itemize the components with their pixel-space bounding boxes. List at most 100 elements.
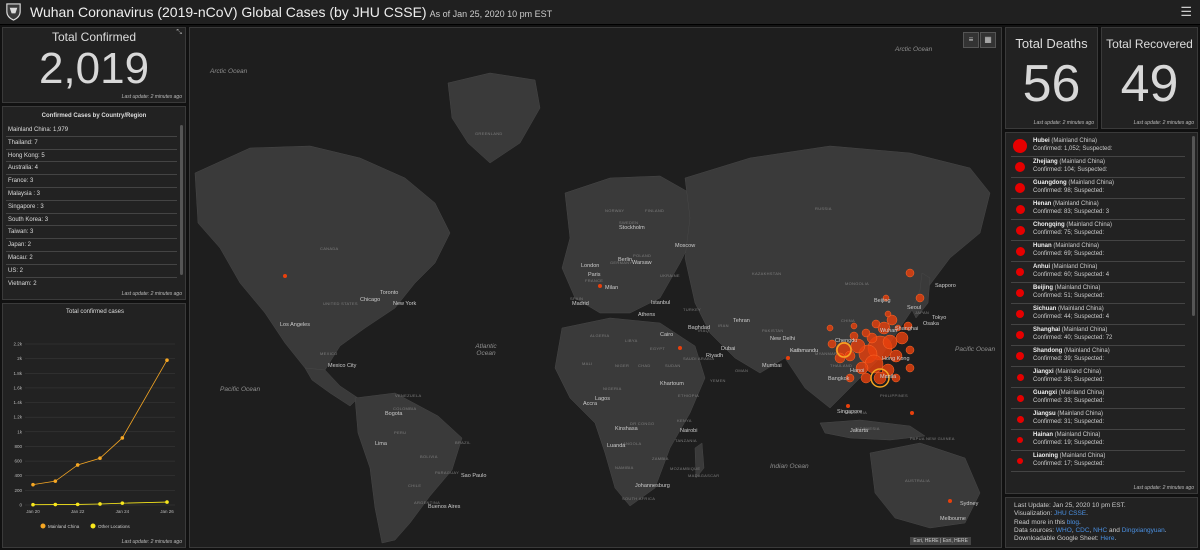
country-list-scrollbar[interactable] <box>180 125 183 275</box>
case-bubble[interactable] <box>882 334 898 350</box>
case-bubble[interactable] <box>871 319 881 329</box>
ocean-label: Atlantic Ocean <box>475 343 497 357</box>
city-label: Mumbai <box>762 363 782 369</box>
country-list-item[interactable]: Japan: 2 <box>6 239 177 252</box>
province-list-item[interactable]: Shanghai (Mainland China) Confirmed: 40; … <box>1011 325 1185 346</box>
map-attribution[interactable]: Esri, HERE | Esri, HERE <box>910 537 971 545</box>
blog-link[interactable]: blog <box>1067 519 1079 526</box>
country-list-item[interactable]: Australia: 4 <box>6 162 177 176</box>
province-name: Henan <box>1033 201 1052 207</box>
province-list-item[interactable]: Liaoning (Mainland China) Confirmed: 17; … <box>1011 451 1185 472</box>
dingxiangyuan-link[interactable]: Dingxiangyuan <box>1122 527 1165 534</box>
case-bubble[interactable] <box>786 356 790 360</box>
grid-view-icon[interactable]: ▦ <box>980 32 996 48</box>
data-point[interactable] <box>31 502 35 507</box>
country-list-item[interactable]: South Korea: 3 <box>6 214 177 227</box>
info-punct: . <box>1086 510 1088 518</box>
country-list-panel: Confirmed Cases by Country/Region Mainla… <box>2 106 186 300</box>
list-view-icon[interactable]: ≡ <box>963 32 979 48</box>
nhc-link[interactable]: NHC <box>1093 527 1107 534</box>
country-list-item[interactable]: Mainland China: 1,979 <box>6 124 177 137</box>
province-list-item[interactable]: Hubei (Mainland China) Confirmed: 1,052; … <box>1011 136 1185 157</box>
total-deaths-value: 56 <box>1022 55 1081 113</box>
data-point[interactable] <box>31 482 35 487</box>
province-list-item[interactable]: Anhui (Mainland China) Confirmed: 60; Sus… <box>1011 262 1185 283</box>
city-label: Wuhan <box>880 328 898 334</box>
province-detail: Confirmed: 104; Suspected: <box>1033 167 1108 173</box>
country-list-item[interactable]: Hong Kong: 5 <box>6 150 177 163</box>
data-point[interactable] <box>75 502 80 507</box>
province-list-item[interactable]: Zhejiang (Mainland China) Confirmed: 104;… <box>1011 157 1185 178</box>
data-point[interactable] <box>75 463 80 467</box>
hamburger-menu-icon[interactable]: ☰ <box>1180 4 1192 20</box>
cdc-link[interactable]: CDC <box>1075 527 1089 534</box>
case-bubble[interactable] <box>678 346 682 350</box>
total-confirmed-title: Total Confirmed <box>51 30 137 44</box>
confirmed-cases-chart[interactable]: Total confirmed cases 0 200 400 600 800 1k 1.2k… <box>3 304 186 548</box>
province-list-item[interactable]: Sichuan (Mainland China) Confirmed: 44; S… <box>1011 304 1185 325</box>
country-list-item[interactable]: US: 2 <box>6 265 177 278</box>
province-list-item[interactable]: Jiangsu (Mainland China) Confirmed: 31; S… <box>1011 409 1185 430</box>
country-list-item[interactable]: France: 3 <box>6 175 177 188</box>
province-list-item[interactable]: Jiangxi (Mainland China) Confirmed: 36; S… <box>1011 367 1185 388</box>
province-list-item[interactable]: Shandong (Mainland China) Confirmed: 39; … <box>1011 346 1185 367</box>
world-map[interactable]: Arctic Ocean Arctic Ocean Atlantic Ocean… <box>189 27 1002 548</box>
case-bubble[interactable] <box>598 284 602 288</box>
city-label: Sao Paulo <box>461 473 487 479</box>
country-label: LIBYA <box>625 338 638 343</box>
data-point[interactable] <box>120 436 125 440</box>
province-list-item[interactable]: Guangdong (Mainland China) Confirmed: 98;… <box>1011 178 1185 199</box>
country-list[interactable]: Mainland China: 1,979 Thailand: 7 Hong Kon… <box>6 124 177 289</box>
data-point[interactable] <box>120 501 125 505</box>
case-bubble[interactable] <box>861 328 871 338</box>
country-list-item[interactable]: Vietnam: 2 <box>6 278 177 289</box>
data-point[interactable] <box>53 502 58 507</box>
case-bubble[interactable] <box>948 499 952 503</box>
province-list-panel: Hubei (Mainland China) Confirmed: 1,052; … <box>1005 132 1198 494</box>
case-bubble[interactable] <box>884 310 892 318</box>
case-bubble[interactable] <box>850 322 858 330</box>
province-list-item[interactable]: Guangxi (Mainland China) Confirmed: 33; S… <box>1011 388 1185 409</box>
data-point[interactable] <box>98 456 102 461</box>
data-point[interactable] <box>98 502 102 506</box>
country-list-item[interactable]: Taiwan: 3 <box>6 226 177 240</box>
case-bubble[interactable] <box>910 411 914 415</box>
province-detail: Confirmed: 40; Suspected: 72 <box>1033 335 1113 341</box>
case-bubble[interactable] <box>895 331 909 345</box>
case-bubble[interactable] <box>905 363 915 373</box>
province-name: Jiangsu <box>1033 411 1056 417</box>
case-bubble[interactable] <box>846 404 850 408</box>
province-list-item[interactable]: Hunan (Mainland China) Confirmed: 69; Sus… <box>1011 241 1185 262</box>
case-bubble[interactable] <box>860 372 872 384</box>
data-point[interactable] <box>165 500 169 504</box>
country-label: PHILIPPINES <box>880 393 908 398</box>
province-list-item[interactable]: Beijing (Mainland China) Confirmed: 51; S… <box>1011 283 1185 304</box>
info-punct: . <box>1114 535 1117 543</box>
province-list-item[interactable]: Chongqing (Mainland China) Confirmed: 75;… <box>1011 220 1185 241</box>
case-bubble[interactable] <box>905 345 915 355</box>
jhu-csse-link[interactable]: JHU CSSE <box>1054 510 1086 517</box>
country-list-item[interactable]: Thailand: 7 <box>6 137 177 150</box>
case-bubble[interactable] <box>283 274 287 278</box>
expand-icon[interactable]: ⤡ <box>176 29 182 37</box>
data-point[interactable] <box>165 358 169 362</box>
case-bubble[interactable] <box>826 324 834 332</box>
case-bubble[interactable] <box>915 293 925 303</box>
map-canvas[interactable] <box>190 28 1002 548</box>
province-list-item[interactable]: Hainan (Mainland China) Confirmed: 19; Su… <box>1011 430 1185 451</box>
google-sheet-link[interactable]: Here <box>1100 535 1114 542</box>
province-list-item[interactable]: Henan (Mainland China) Confirmed: 83; Sus… <box>1011 199 1185 220</box>
province-region: (Mainland China) <box>1054 432 1101 438</box>
y-tick-label: 1k <box>17 429 23 434</box>
country-list-item[interactable]: Macau: 2 <box>6 252 177 265</box>
province-region: (Mainland China) <box>1054 285 1101 291</box>
province-detail: Confirmed: 98; Suspected: <box>1033 188 1105 194</box>
who-link[interactable]: WHO <box>1056 527 1072 534</box>
province-detail: Confirmed: 51; Suspected: <box>1033 293 1105 299</box>
country-label: ETHIOPIA <box>678 393 700 398</box>
country-list-item[interactable]: Singapore : 3 <box>6 201 177 214</box>
data-point[interactable] <box>53 479 58 483</box>
case-bubble[interactable] <box>905 268 915 278</box>
country-list-item[interactable]: Malaysia : 3 <box>6 188 177 201</box>
province-list-scrollbar[interactable] <box>1192 136 1195 316</box>
